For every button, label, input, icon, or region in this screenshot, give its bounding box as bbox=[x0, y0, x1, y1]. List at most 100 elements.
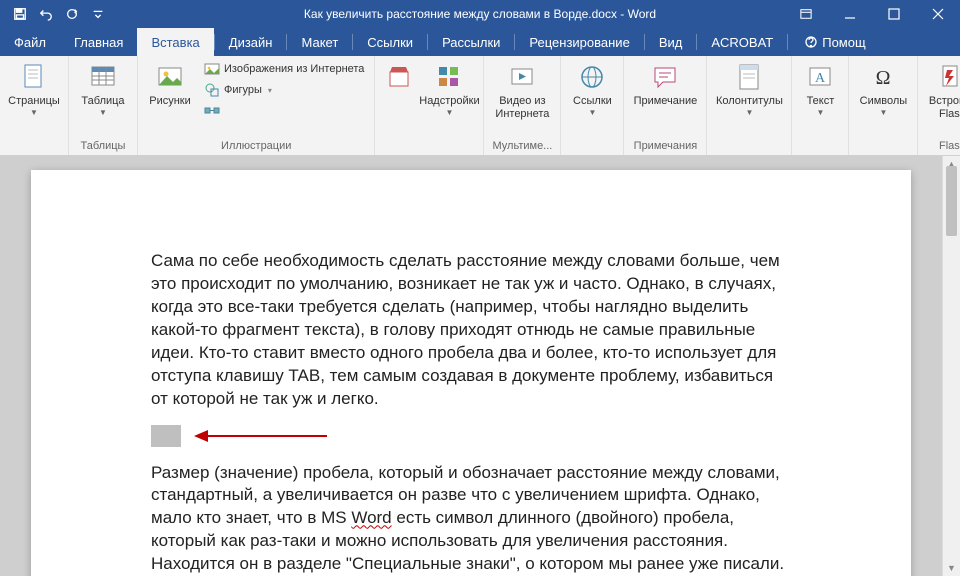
links-button[interactable]: Ссылки ▼ bbox=[567, 59, 617, 119]
chevron-down-icon: ▼ bbox=[588, 108, 596, 117]
omega-icon: Ω bbox=[867, 61, 899, 93]
save-button[interactable] bbox=[8, 2, 32, 26]
symbols-label: Символы bbox=[860, 95, 908, 108]
pictures-button[interactable]: Рисунки bbox=[144, 59, 196, 110]
ribbon-group-links: Ссылки ▼ bbox=[561, 56, 624, 155]
online-pictures-button[interactable]: Изображения из Интернета bbox=[200, 59, 368, 79]
headerfooter-button[interactable]: Колонтитулы ▼ bbox=[713, 59, 785, 119]
group-label-tables: Таблицы bbox=[75, 138, 131, 155]
group-label-pages bbox=[6, 138, 62, 155]
tab-references[interactable]: Ссылки bbox=[353, 28, 427, 56]
maximize-button[interactable] bbox=[872, 0, 916, 28]
redo-button[interactable] bbox=[60, 2, 84, 26]
embed-flash-button[interactable]: Встроить Flash bbox=[924, 59, 960, 122]
video-label: Видео из Интернета bbox=[492, 95, 552, 120]
pictures-label: Рисунки bbox=[149, 95, 191, 108]
chevron-down-icon: ▼ bbox=[816, 108, 824, 117]
pages-button[interactable]: Страницы ▼ bbox=[6, 59, 62, 119]
arrow-annotation-icon bbox=[192, 427, 332, 445]
tab-mailings[interactable]: Рассылки bbox=[428, 28, 514, 56]
ribbon-group-flash: Встроить Flash Flash bbox=[918, 56, 960, 155]
window-controls bbox=[784, 0, 960, 28]
store-icon bbox=[383, 61, 415, 93]
tab-design[interactable]: Дизайн bbox=[215, 28, 287, 56]
group-label-symbols bbox=[855, 138, 911, 155]
undo-button[interactable] bbox=[34, 2, 58, 26]
tell-me-label: Помощ bbox=[822, 35, 865, 50]
qat-customize-button[interactable] bbox=[86, 2, 110, 26]
tab-view[interactable]: Вид bbox=[645, 28, 697, 56]
table-label: Таблица bbox=[81, 95, 124, 108]
shapes-label: Фигуры bbox=[224, 84, 262, 96]
ribbon-group-tables: Таблица ▼ Таблицы bbox=[69, 56, 138, 155]
ribbon-group-headerfooter: Колонтитулы ▼ bbox=[707, 56, 792, 155]
group-label-links bbox=[567, 138, 617, 155]
table-icon bbox=[87, 61, 119, 93]
store-button[interactable] bbox=[381, 59, 417, 95]
picture-icon bbox=[154, 61, 186, 93]
table-button[interactable]: Таблица ▼ bbox=[75, 59, 131, 119]
video-icon bbox=[506, 61, 538, 93]
group-label-flash: Flash bbox=[924, 138, 960, 155]
scroll-down-button[interactable]: ▼ bbox=[943, 560, 960, 576]
shapes-button[interactable]: Фигуры ▾ bbox=[200, 80, 368, 100]
group-label-media: Мультиме... bbox=[490, 138, 554, 155]
tab-insert[interactable]: Вставка bbox=[137, 28, 213, 56]
comment-label: Примечание bbox=[634, 95, 698, 108]
annotation-row bbox=[151, 425, 791, 448]
tell-me-button[interactable]: Помощ bbox=[794, 28, 875, 56]
comment-button[interactable]: Примечание bbox=[630, 59, 700, 110]
text-button[interactable]: A Текст ▼ bbox=[798, 59, 842, 119]
document-viewport: Сама по себе необходимость сделать расст… bbox=[0, 156, 960, 576]
ribbon-group-media: Видео из Интернета Мультиме... bbox=[484, 56, 561, 155]
addins-label: Надстройки bbox=[419, 95, 479, 108]
vertical-scrollbar[interactable]: ▲ ▼ bbox=[942, 156, 960, 576]
tab-home[interactable]: Главная bbox=[60, 28, 137, 56]
quick-access-toolbar bbox=[0, 2, 110, 26]
headerfooter-label: Колонтитулы bbox=[716, 95, 783, 108]
online-pictures-label: Изображения из Интернета bbox=[224, 63, 364, 75]
ribbon-group-text: A Текст ▼ bbox=[792, 56, 849, 155]
ribbon-group-comments: Примечание Примечания bbox=[624, 56, 707, 155]
tab-file[interactable]: Файл bbox=[0, 28, 60, 56]
online-video-button[interactable]: Видео из Интернета bbox=[490, 59, 554, 122]
svg-text:Ω: Ω bbox=[876, 67, 891, 89]
text-label: Текст bbox=[807, 95, 835, 108]
ribbon: Страницы ▼ Таблица ▼ Таблицы Рисунки bbox=[0, 56, 960, 156]
flash-label: Встроить Flash bbox=[926, 95, 960, 120]
ribbon-group-illustrations: Рисунки Изображения из Интернета Фигуры … bbox=[138, 56, 375, 155]
ribbon-options-button[interactable] bbox=[784, 0, 828, 28]
window-title: Как увеличить расстояние между словами в… bbox=[304, 7, 656, 21]
flash-icon bbox=[936, 61, 960, 93]
smartart-button[interactable] bbox=[200, 101, 368, 121]
document-paragraph[interactable]: Размер (значение) пробела, который и обо… bbox=[151, 462, 791, 576]
symbols-button[interactable]: Ω Символы ▼ bbox=[855, 59, 911, 119]
chevron-down-icon: ▼ bbox=[30, 108, 38, 117]
links-label: Ссылки bbox=[573, 95, 612, 108]
minimize-button[interactable] bbox=[828, 0, 872, 28]
tab-review[interactable]: Рецензирование bbox=[515, 28, 643, 56]
tab-layout[interactable]: Макет bbox=[287, 28, 352, 56]
document-page[interactable]: Сама по себе необходимость сделать расст… bbox=[31, 170, 911, 576]
page-icon bbox=[18, 61, 50, 93]
group-label-illustrations: Иллюстрации bbox=[144, 138, 368, 155]
tab-acrobat[interactable]: ACROBAT bbox=[697, 28, 787, 56]
spellcheck-underline[interactable]: Word bbox=[351, 508, 391, 527]
headerfooter-icon bbox=[733, 61, 765, 93]
chevron-down-icon: ▼ bbox=[745, 108, 753, 117]
group-label-headerfooter bbox=[713, 138, 785, 155]
shapes-icon bbox=[204, 82, 220, 98]
pages-label: Страницы bbox=[8, 95, 60, 108]
document-scroll[interactable]: Сама по себе необходимость сделать расст… bbox=[0, 156, 942, 576]
textbox-icon: A bbox=[804, 61, 836, 93]
chevron-down-icon: ▼ bbox=[879, 108, 887, 117]
ribbon-group-symbols: Ω Символы ▼ bbox=[849, 56, 918, 155]
document-paragraph[interactable]: Сама по себе необходимость сделать расст… bbox=[151, 250, 791, 411]
group-label-text bbox=[798, 138, 842, 155]
menu-tabs: Файл Главная Вставка Дизайн Макет Ссылки… bbox=[0, 28, 960, 56]
close-button[interactable] bbox=[916, 0, 960, 28]
chevron-down-icon: ▼ bbox=[445, 108, 453, 117]
addins-button[interactable]: Надстройки ▼ bbox=[421, 59, 477, 119]
scroll-thumb[interactable] bbox=[946, 166, 957, 236]
addins-icon bbox=[433, 61, 465, 93]
